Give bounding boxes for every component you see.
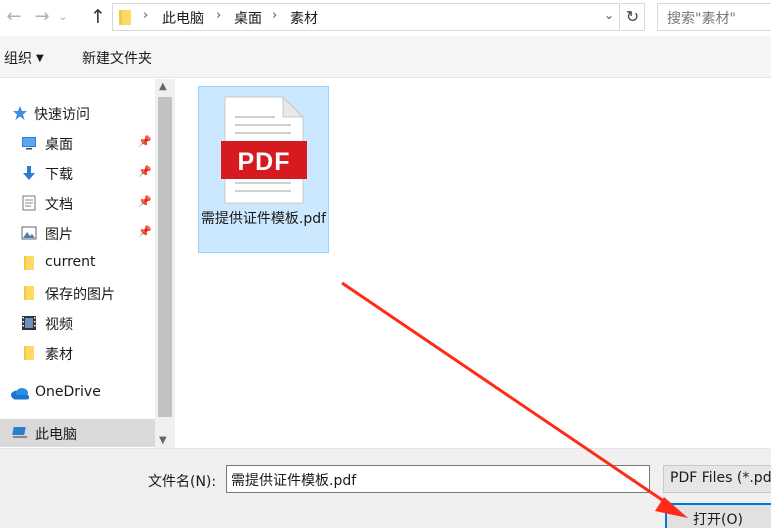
forward-arrow-icon[interactable]: → [30,5,54,29]
nav-item-label: OneDrive [35,384,101,400]
computer-icon [12,427,27,438]
navigation-pane: 快速访问 桌面 📌 下载 📌 文档 📌 图片 📌 current 保存的图片 视… [0,79,175,448]
filetype-select[interactable]: PDF Files (*.pdf) [663,465,771,493]
organize-label: 组织 [4,51,32,67]
nav-pane-scrollbar[interactable]: ▲ ▼ [155,79,175,448]
nav-item-onedrive[interactable]: OneDrive [0,379,155,407]
desktop-icon [22,137,36,150]
nav-item-desktop[interactable]: 桌面 📌 [0,129,155,157]
refresh-icon[interactable]: ↻ [621,3,645,31]
nav-item-label: 快速访问 [34,107,90,123]
organize-button[interactable]: 组织 ▼ [4,48,44,68]
nav-item-videos[interactable]: 视频 [0,309,155,337]
scrollbar-thumb[interactable] [158,97,172,417]
nav-item-downloads[interactable]: 下载 📌 [0,159,155,187]
nav-item-documents[interactable]: 文档 📌 [0,189,155,217]
address-bar[interactable]: › 此电脑 › 桌面 › 素材 ⌄ [112,3,620,31]
command-bar: 组织 ▼ 新建文件夹 [0,36,771,78]
nav-item-label: 桌面 [45,137,73,153]
filename-label: 文件名(N): [148,474,217,490]
nav-item-pictures[interactable]: 图片 📌 [0,219,155,247]
nav-item-current[interactable]: current [0,249,155,277]
pdf-badge-text: PDF [237,148,291,176]
nav-item-label: 下载 [45,167,73,183]
breadcrumb-desktop[interactable]: 桌面 [234,8,262,28]
back-arrow-icon[interactable]: ← [2,5,26,29]
breadcrumb-materials[interactable]: 素材 [290,8,318,28]
document-icon [22,195,36,211]
cloud-icon [11,388,29,400]
nav-item-label: current [45,254,96,270]
pin-icon[interactable]: 📌 [138,195,152,208]
recent-locations-chevron-icon[interactable]: ⌄ [56,5,70,29]
nav-item-saved-pictures[interactable]: 保存的图片 [0,279,155,307]
video-icon [22,316,36,330]
nav-item-this-pc[interactable]: 此电脑 [0,419,157,447]
pin-icon[interactable]: 📌 [138,225,152,238]
open-button[interactable]: 打开(O) [665,503,771,528]
folder-icon [24,346,34,360]
nav-item-label: 文档 [45,197,73,213]
nav-item-materials[interactable]: 素材 [0,339,155,367]
nav-item-label: 图片 [45,227,73,243]
nav-item-label: 视频 [45,317,73,333]
nav-item-label: 素材 [45,347,73,363]
file-list-area: PDF 需提供证件模板.pdf [176,79,771,448]
breadcrumb-separator-icon: › [272,8,278,23]
nav-item-label: 此电脑 [35,427,77,443]
caret-down-icon: ▼ [36,53,44,64]
folder-icon [24,256,34,270]
file-item[interactable]: PDF 需提供证件模板.pdf [198,86,329,253]
folder-icon [24,286,34,300]
picture-icon [21,226,37,240]
scroll-up-arrow-icon[interactable]: ▲ [159,81,167,92]
dialog-bottom-panel: 文件名(N): 需提供证件模板.pdf ⌄ PDF Files (*.pdf) … [0,448,771,528]
scroll-down-arrow-icon[interactable]: ▼ [159,435,167,446]
breadcrumb-this-pc[interactable]: 此电脑 [162,8,204,28]
nav-item-label: 保存的图片 [45,287,115,303]
download-icon [23,166,35,180]
pin-icon[interactable]: 📌 [138,165,152,178]
breadcrumb-separator-icon: › [143,8,149,23]
new-folder-button[interactable]: 新建文件夹 [82,48,152,68]
file-name-label: 需提供证件模板.pdf [200,211,327,227]
chevron-down-icon[interactable]: ⌄ [628,471,638,485]
filename-input[interactable]: 需提供证件模板.pdf [226,465,650,493]
chevron-down-icon[interactable]: ⌄ [601,8,617,22]
address-row: ← → ⌄ ↑ › 此电脑 › 桌面 › 素材 ⌄ ↻ 搜索"素材" [0,0,771,36]
folder-icon [119,10,131,25]
breadcrumb-separator-icon: › [216,8,222,23]
search-input[interactable]: 搜索"素材" [657,3,771,31]
star-icon [13,106,27,120]
pin-icon[interactable]: 📌 [138,135,152,148]
up-arrow-icon[interactable]: ↑ [86,5,110,29]
nav-item-quick-access[interactable]: 快速访问 [0,99,155,127]
